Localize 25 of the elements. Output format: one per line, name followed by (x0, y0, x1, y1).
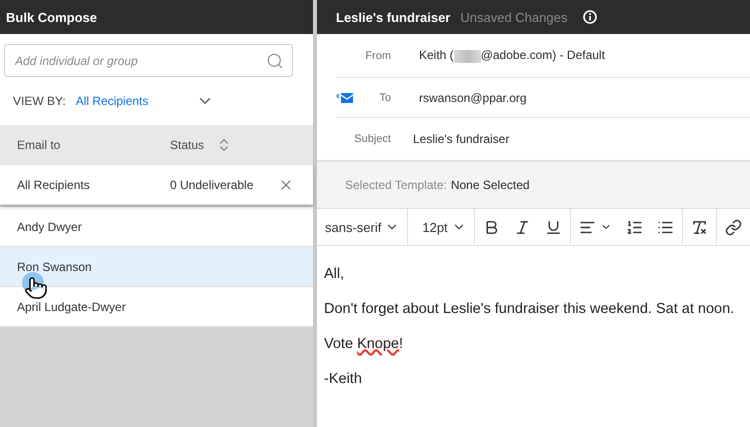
email-title: Leslie's fundraiser (336, 10, 450, 24)
unsaved-status: Unsaved Changes (460, 10, 568, 24)
status-sort-button[interactable]: Status (170, 137, 232, 153)
body-paragraph: All, (324, 265, 344, 284)
panel-title: Bulk Compose (6, 10, 98, 24)
template-value: None Selected (450, 178, 530, 192)
recipient-row[interactable]: April Ludgate-Dwyer (0, 287, 313, 327)
body-paragraph: -Keith (324, 370, 362, 389)
size-dropdown[interactable]: 12pt (422, 220, 466, 234)
view-by-dropdown[interactable]: All Recipients (76, 92, 214, 110)
table-cell-text: All Recipients (16, 178, 91, 192)
font-dropdown[interactable]: sans-serif (325, 220, 400, 234)
body-paragraph: Don't forget about Leslie's fundraiser this weekend. Sat at noon. (324, 300, 734, 319)
template-label: Selected Template: (345, 178, 447, 192)
subject-label: Subject (353, 133, 391, 145)
table-cell-text: 0 Undeliverable (170, 178, 254, 192)
from-label: From (364, 50, 391, 62)
recipient-row[interactable]: Andy Dwyer (0, 207, 313, 247)
column-header: Email to (16, 138, 62, 152)
from-value: Keith ( @adobe.com) - Default (419, 48, 605, 63)
to-label: To (378, 92, 391, 104)
to-value: rswanson@ppar.org (419, 90, 527, 104)
body-paragraph: Vote Knope! (324, 335, 404, 354)
view-by-label: VIEW BY: (13, 94, 66, 108)
subject-value: Leslie's fundraiser (413, 132, 510, 146)
